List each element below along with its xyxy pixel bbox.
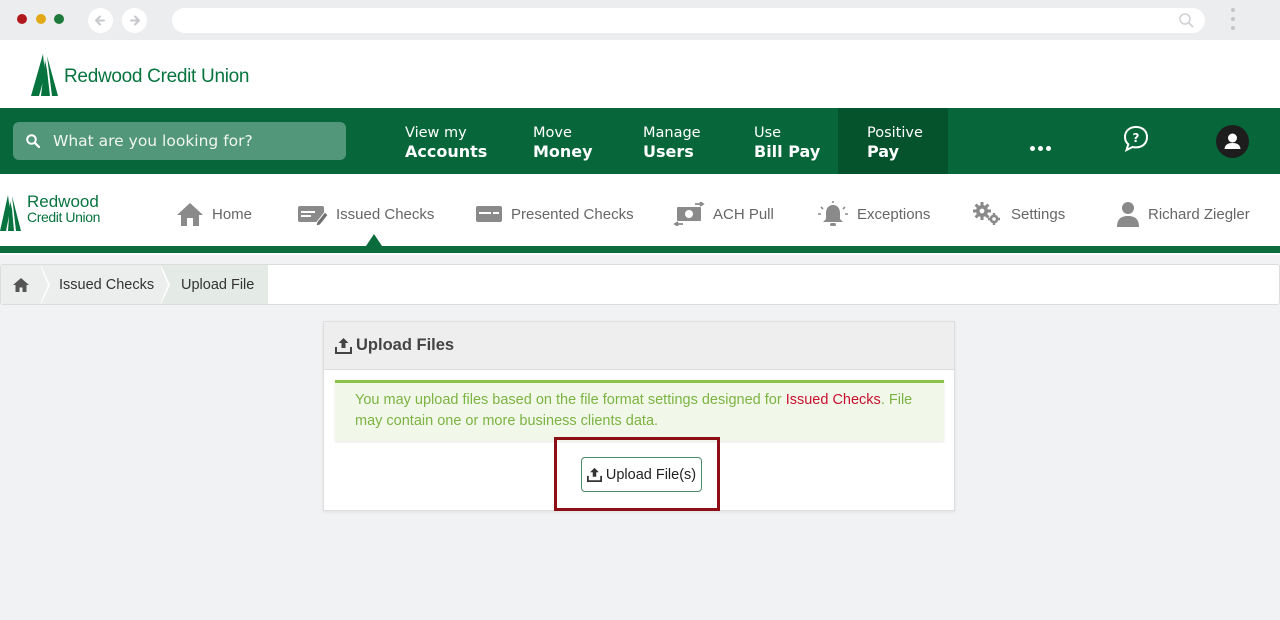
check-edit-icon: [298, 206, 328, 226]
main-navigation: View my Accounts Move Money Manage Users…: [0, 108, 1280, 174]
panel-header: Upload Files: [324, 322, 954, 370]
nav-label-line2: Bill Pay: [754, 142, 821, 161]
alert-text: You may upload files based on the file f…: [355, 392, 786, 408]
brand-logo[interactable]: Redwood Credit Union: [30, 52, 249, 98]
money-transfer-icon: [673, 202, 705, 226]
nav-label-line1: Use: [754, 125, 782, 141]
nav-label-line1: Move: [533, 125, 572, 141]
site-header: Redwood Credit Union: [0, 40, 1280, 108]
alert-highlight-text: Issued Checks: [785, 392, 881, 408]
nav-label-line2: Accounts: [405, 142, 488, 161]
info-alert: You may upload files based on the file f…: [335, 380, 944, 441]
browser-menu-icon[interactable]: [1230, 8, 1236, 34]
app-nav-presented-checks-label: Presented Checks: [511, 205, 634, 223]
close-window-dot[interactable]: [17, 14, 27, 24]
breadcrumb-issued-checks-label: Issued Checks: [59, 276, 155, 293]
app-logo[interactable]: Redwood Credit Union: [0, 193, 100, 233]
address-bar[interactable]: [172, 8, 1205, 33]
breadcrumb-home[interactable]: [1, 265, 41, 304]
app-nav-presented-checks[interactable]: Presented Checks: [475, 200, 634, 228]
home-icon: [13, 277, 29, 292]
redwood-tree-icon: [31, 54, 58, 96]
user-icon: [1117, 202, 1139, 227]
breadcrumb-upload-file: Upload File: [161, 265, 268, 304]
home-icon: [177, 203, 203, 226]
nav-label-line1: Manage: [643, 125, 701, 141]
svg-text:?: ?: [1133, 131, 1140, 145]
search-icon: [26, 134, 41, 149]
breadcrumb-separator: [40, 265, 48, 304]
minimize-window-dot[interactable]: [36, 14, 46, 24]
app-nav-user[interactable]: Richard Ziegler: [1116, 200, 1250, 228]
back-arrow-icon[interactable]: [88, 8, 113, 33]
app-nav-home-label: Home: [212, 205, 253, 223]
help-chat-icon[interactable]: ?: [1121, 124, 1151, 154]
nav-positive-pay[interactable]: Positive Pay: [838, 108, 948, 174]
app-logo-line1: Redwood: [27, 192, 99, 211]
panel-title: Upload Files: [356, 336, 455, 354]
app-nav-settings-label: Settings: [1011, 205, 1066, 223]
nav-move-money[interactable]: Move Money: [533, 108, 593, 174]
nav-label-line1: View my: [405, 125, 467, 141]
nav-label-line2: Users: [643, 142, 694, 161]
app-logo-line2: Credit Union: [27, 209, 101, 225]
app-nav-ach-pull-label: ACH Pull: [713, 205, 774, 223]
redwood-tree-icon: [0, 195, 21, 231]
nav-divider: [0, 246, 1280, 253]
nav-label-line1: Positive: [867, 125, 923, 141]
search-input[interactable]: [53, 132, 333, 150]
app-nav-issued-checks[interactable]: Issued Checks: [297, 200, 434, 228]
app-nav-exceptions[interactable]: Exceptions: [817, 200, 930, 228]
breadcrumb-upload-file-label: Upload File: [181, 276, 255, 293]
search-icon: [1179, 13, 1194, 28]
forward-arrow-icon[interactable]: [122, 8, 147, 33]
app-nav-home[interactable]: Home: [176, 200, 252, 228]
app-nav-exceptions-label: Exceptions: [857, 205, 931, 223]
nav-manage-users[interactable]: Manage Users: [643, 108, 701, 174]
app-nav-user-label: Richard Ziegler: [1148, 205, 1250, 223]
breadcrumb-separator: [160, 265, 168, 304]
search-box[interactable]: [13, 122, 346, 160]
nav-label-line2: Pay: [867, 142, 900, 161]
app-nav-settings[interactable]: Settings: [972, 200, 1065, 228]
breadcrumb: Issued Checks Upload File: [0, 264, 1280, 305]
more-options-icon[interactable]: [1030, 138, 1054, 156]
gears-icon: [973, 202, 1000, 225]
browser-chrome: [0, 0, 1280, 40]
callout-highlight: [554, 437, 720, 511]
account-avatar-icon[interactable]: [1216, 125, 1249, 158]
positive-pay-navigation: Redwood Credit Union Home Issued Checks …: [0, 174, 1280, 255]
alert-bell-icon: [818, 201, 848, 226]
nav-label-line2: Money: [533, 142, 593, 161]
app-nav-ach-pull[interactable]: ACH Pull: [673, 200, 774, 228]
active-tab-indicator: [366, 234, 382, 246]
app-nav-issued-checks-label: Issued Checks: [336, 205, 435, 223]
nav-bill-pay[interactable]: Use Bill Pay: [754, 108, 820, 174]
breadcrumb-issued-checks[interactable]: Issued Checks: [41, 265, 161, 304]
brand-name: Redwood Credit Union: [64, 66, 250, 87]
upload-icon: [335, 338, 352, 354]
maximize-window-dot[interactable]: [54, 14, 64, 24]
nav-view-accounts[interactable]: View my Accounts: [405, 108, 487, 174]
check-icon: [476, 206, 502, 222]
